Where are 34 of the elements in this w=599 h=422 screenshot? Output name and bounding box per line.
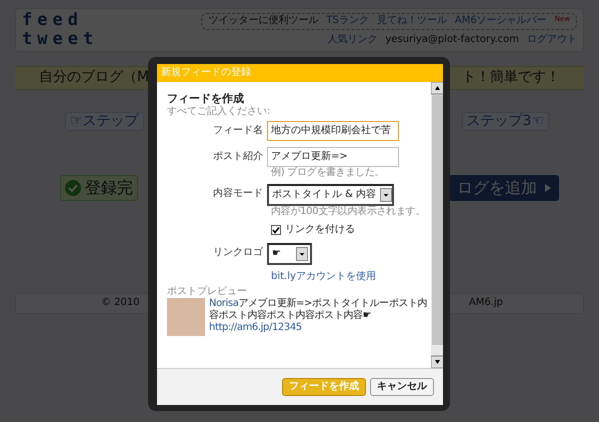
user-email: yesuriya@plot-factory.com [385, 34, 519, 46]
checkbox-label: リンクを付ける [285, 224, 355, 236]
dialog-heading: フィードを作成 [167, 92, 245, 106]
step-label: ステップ3☜ [462, 112, 549, 131]
user-link[interactable]: Norisa [209, 298, 238, 310]
dropdown[interactable]: ポストタイトル & 内容 [267, 184, 394, 206]
field-hint: 内容が100文字以内表示されます。 [270, 206, 426, 218]
field-label: ポスト紹介 [212, 150, 264, 164]
logo: feed tweet [22, 9, 98, 51]
account-link[interactable]: bit.lyアカウントを使用 [271, 271, 376, 284]
checkbox[interactable] [271, 225, 281, 236]
field-hint: 例) ブログを書きました。 [270, 167, 386, 180]
field-label: 内容モード [212, 186, 264, 200]
dropdown[interactable]: ☛ [267, 243, 312, 266]
form-note: すべてご記入ください: [167, 106, 272, 118]
footer-text: AM6.jp [468, 297, 503, 310]
scrollbar[interactable] [431, 82, 443, 368]
banner-text: 自分のブログ（M [39, 69, 150, 86]
step-label: ☞ステップ [65, 112, 144, 131]
caret-icon [545, 184, 551, 192]
check-icon [65, 180, 81, 196]
field-label: フィード名 [212, 124, 264, 138]
field-label: リンクロゴ [212, 246, 264, 260]
input-field[interactable]: 地方の中規模印刷会社で苦 [267, 121, 399, 142]
banner-text: ト！簡単です！ [462, 69, 560, 86]
footer-text: © 2010 [101, 297, 140, 310]
cancel-button[interactable]: キャンセル [370, 378, 434, 396]
preview-text: Norisaアメブロ更新=>ポストタイトルーポスト内容ポスト内容ポスト内容ポスト内容☛ http://am6.jp/12345 [209, 298, 428, 336]
nav-text: ツイッターに便利ツール [208, 15, 318, 28]
preview-label: ポストプレビュー [167, 286, 248, 298]
dialog-title: 新規フィードの登録 [157, 64, 443, 82]
input-field[interactable]: アメブロ更新=> [267, 147, 399, 168]
url-link[interactable]: http://am6.jp/12345 [209, 322, 302, 334]
photo-placeholder [167, 298, 205, 336]
